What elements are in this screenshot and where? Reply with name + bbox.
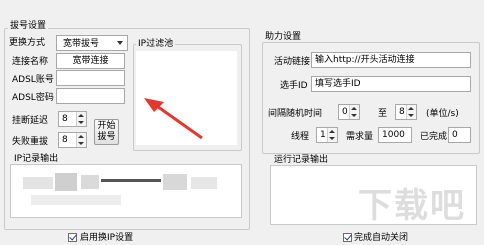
stepper-arrows-icon[interactable]	[349, 105, 359, 119]
interval-to-label: 至	[378, 109, 388, 119]
enable-ip-label: 启用换IP设置	[80, 233, 134, 243]
interval-min-stepper[interactable]: 0	[338, 104, 360, 120]
connection-name-label: 连接名称	[12, 57, 49, 67]
activity-link-field[interactable]: 输入http://开头活动连接	[311, 52, 471, 68]
blurred-log-content	[55, 173, 77, 191]
ip-filter-title: IP过滤池	[136, 38, 176, 50]
interval-unit-label: (单位/s)	[426, 109, 459, 119]
connection-name-field[interactable]: 宽带连接	[56, 53, 125, 69]
watermark-text: 下载吧	[358, 186, 466, 226]
completed-field[interactable]: 0	[448, 127, 471, 143]
change-mode-value: 宽带拔号	[63, 39, 100, 49]
hangup-delay-value: 8	[62, 114, 68, 124]
player-id-field[interactable]: 填写选手ID	[311, 76, 471, 92]
auto-close-checkbox[interactable]	[343, 232, 352, 242]
hangup-delay-label: 挂断延迟	[12, 116, 49, 126]
interval-label: 间隔随机时间	[268, 109, 323, 119]
enable-ip-checkbox[interactable]	[68, 232, 77, 242]
start-dial-button[interactable]: 开始拔号	[94, 119, 119, 145]
required-label: 需求量	[346, 132, 374, 142]
stepper-arrows-icon[interactable]	[406, 105, 416, 119]
stepper-arrows-icon[interactable]	[76, 133, 86, 147]
blurred-log-content	[101, 179, 161, 182]
adsl-account-label: ADSL账号	[12, 75, 54, 85]
dial-settings-title: 拔号设置	[8, 20, 49, 32]
adsl-password-label: ADSL密码	[12, 93, 54, 103]
player-id-label: 选手ID	[280, 81, 308, 91]
fail-retry-stepper[interactable]: 8	[58, 132, 87, 148]
adsl-password-field[interactable]	[56, 88, 125, 104]
ip-log-output[interactable]	[10, 164, 242, 218]
hangup-delay-stepper[interactable]: 8	[58, 111, 87, 127]
stepper-arrows-icon[interactable]	[327, 128, 337, 142]
blurred-log-content	[163, 174, 187, 190]
completed-label: 已完成	[420, 132, 448, 142]
auto-close-label: 完成自动关闭	[354, 233, 409, 243]
threads-stepper[interactable]: 1	[316, 127, 338, 143]
activity-link-label: 活动链接	[274, 57, 311, 67]
watermark-logo: 下载吧	[352, 172, 472, 232]
stepper-arrows-icon[interactable]	[76, 112, 86, 126]
blurred-log-content	[23, 177, 53, 189]
required-field[interactable]: 1000	[378, 127, 412, 143]
adsl-account-field[interactable]	[56, 70, 125, 86]
change-mode-select[interactable]: 宽带拔号	[56, 35, 128, 51]
threads-label: 线程	[291, 132, 310, 142]
red-pointer-arrow-annotation	[144, 98, 203, 140]
fail-retry-value: 8	[62, 135, 68, 145]
interval-max-stepper[interactable]: 8	[395, 104, 417, 120]
blurred-log-content	[191, 177, 217, 189]
blurred-log-content	[31, 195, 121, 205]
interval-max-value: 8	[399, 107, 405, 117]
interval-min-value: 0	[342, 107, 348, 117]
threads-value: 1	[320, 130, 326, 140]
chevron-down-icon	[117, 41, 123, 45]
fail-retry-label: 失败重拔	[12, 137, 49, 147]
blurred-log-content	[81, 175, 99, 189]
change-mode-label: 更换方式	[9, 38, 46, 48]
